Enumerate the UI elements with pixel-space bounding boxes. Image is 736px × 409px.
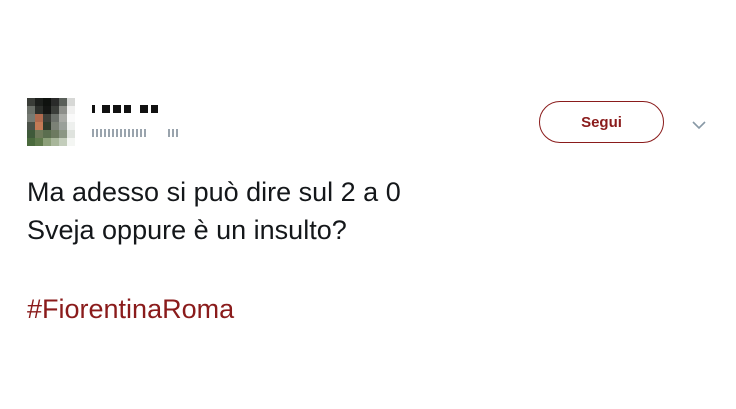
tweet-text: Ma adesso si può dire sul 2 a 0 Sveja op… xyxy=(27,173,707,249)
tweet-text-line: Ma adesso si può dire sul 2 a 0 xyxy=(27,177,401,207)
follow-button-label: Segui xyxy=(581,113,622,131)
tweet-text-line: Sveja oppure è un insulto? xyxy=(27,215,347,245)
hashtag-link[interactable]: #FiorentinaRoma xyxy=(27,290,234,328)
avatar[interactable] xyxy=(27,98,75,146)
follow-button[interactable]: Segui xyxy=(539,101,664,143)
tweet-menu-button[interactable] xyxy=(690,119,708,131)
chevron-down-icon xyxy=(692,120,706,129)
tweet-card: Segui Ma adesso si può dire sul 2 a 0 Sv… xyxy=(0,0,736,409)
author-handle-redacted[interactable] xyxy=(92,128,202,138)
author-name-redacted[interactable] xyxy=(92,104,158,114)
